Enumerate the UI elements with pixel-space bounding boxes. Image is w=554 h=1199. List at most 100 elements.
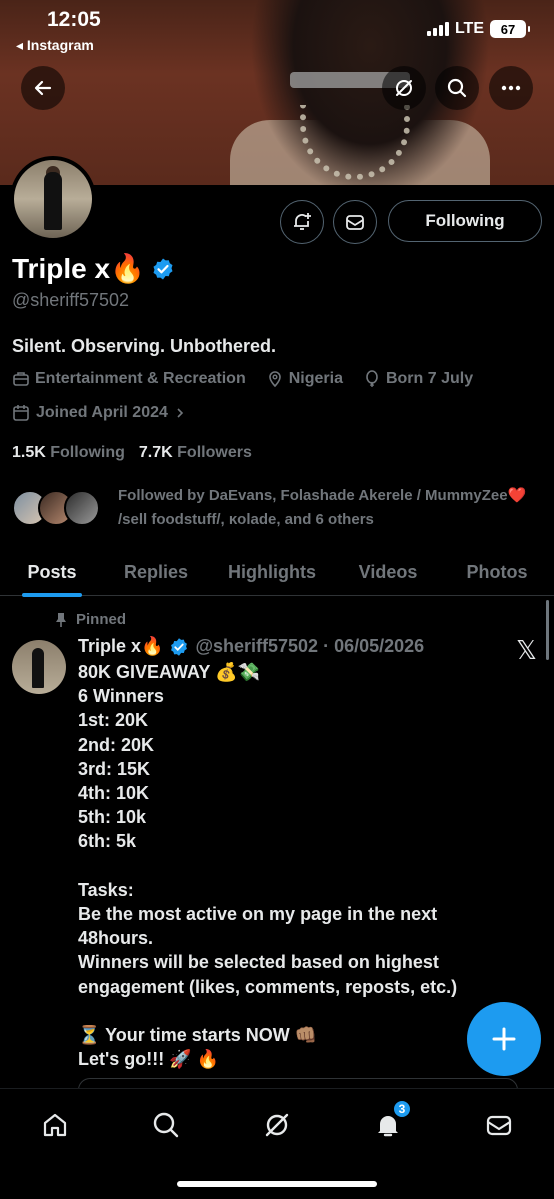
post-text-line: Winners will be selected based on highes… — [78, 952, 439, 973]
profile-meta-row: Entertainment & Recreation Nigeria Born … — [12, 370, 487, 388]
compose-button[interactable] — [467, 1002, 541, 1076]
plus-icon — [492, 1027, 516, 1051]
grok-icon — [265, 1113, 289, 1137]
balloon-icon — [366, 370, 378, 387]
post-text-line: 2nd: 20K — [78, 734, 155, 755]
nav-notifications[interactable]: 3 — [368, 1099, 412, 1145]
bell-plus-icon — [294, 213, 311, 230]
followed-by-text: Followed by DaEvans, Folashade Akerele /… — [118, 487, 527, 528]
category-item: Entertainment & Recreation — [12, 370, 246, 388]
profile-name: Triple x🔥 — [12, 253, 145, 284]
post-text-line: 48hours. — [78, 928, 154, 949]
following-label: Following — [50, 444, 125, 461]
home-indicator[interactable] — [177, 1181, 377, 1187]
search-icon — [153, 1112, 179, 1138]
chevron-right-icon — [177, 408, 184, 418]
search-button[interactable] — [435, 66, 479, 110]
following-count-link[interactable]: 1.5K Following — [12, 444, 125, 462]
post-avatar-body — [32, 648, 44, 688]
nav-home[interactable] — [35, 1105, 75, 1145]
post-text-line: Tasks: — [78, 879, 134, 900]
network-label: LTE — [454, 20, 484, 37]
post-author-name[interactable]: Triple x🔥 — [78, 636, 163, 657]
profile-tabs: Posts Replies Highlights Videos Photos — [0, 548, 554, 596]
notifications-badge: 3 — [392, 1099, 412, 1119]
status-time: 12:05 — [47, 8, 101, 31]
profile-location: Nigeria — [288, 370, 343, 387]
post-text-line: ⏳ Your time starts NOW 👊🏽 — [78, 1025, 318, 1046]
tab-videos[interactable]: Videos — [336, 548, 440, 596]
grok-button[interactable] — [382, 66, 426, 110]
follower-avatar — [64, 490, 100, 526]
tab-photos[interactable]: Photos — [440, 548, 554, 596]
birthday-item: Born 7 July — [363, 370, 473, 388]
post-author-avatar[interactable] — [12, 640, 66, 694]
pinned-label: Pinned — [76, 611, 127, 628]
pinned-label-row: Pinned — [54, 611, 126, 628]
profile-category: Entertainment & Recreation — [35, 370, 246, 387]
arrow-left-icon — [34, 80, 52, 96]
post-text-line: Be the most active on my page in the nex… — [78, 904, 438, 925]
verified-badge-icon[interactable] — [151, 257, 175, 281]
post-text-line — [78, 854, 518, 878]
profile-name-row: Triple x🔥 — [12, 252, 175, 285]
location-item: Nigeria — [266, 370, 343, 388]
profile-joined: Joined April 2024 — [36, 404, 168, 421]
calendar-icon — [13, 405, 29, 421]
following-button[interactable]: Following — [388, 200, 542, 242]
envelope-icon — [346, 215, 364, 230]
joined-row[interactable]: Joined April 2024 — [12, 404, 186, 422]
followers-label: Followers — [177, 444, 252, 461]
location-pin-icon — [268, 371, 281, 388]
more-button[interactable] — [489, 66, 533, 110]
tab-highlights[interactable]: Highlights — [208, 548, 336, 596]
profile-avatar[interactable] — [10, 156, 96, 242]
followers-count: 7.7K — [138, 444, 173, 461]
profile-bio: Silent. Observing. Unbothered. — [12, 336, 277, 356]
grok-icon — [396, 80, 412, 96]
profile-birthday: Born 7 July — [385, 370, 474, 387]
post-text-line — [78, 999, 518, 1023]
post-text-line: 6th: 5k — [78, 831, 137, 852]
tab-replies[interactable]: Replies — [104, 548, 208, 596]
scrollbar[interactable] — [546, 600, 549, 660]
tab-posts[interactable]: Posts — [0, 548, 104, 596]
post-header: Triple x🔥 @sheriff57502 · 06/05/2026 — [78, 636, 424, 657]
back-button[interactable] — [21, 66, 65, 110]
post-text-line: engagement (likes, comments, reposts, et… — [78, 976, 458, 997]
post-text-line: 80K GIVEAWAY 💰💸 — [78, 662, 260, 682]
post-handle-date: @sheriff57502 · 06/05/2026 — [195, 636, 425, 656]
home-icon — [43, 1113, 67, 1137]
notify-button[interactable] — [280, 200, 324, 244]
post-text-line: 1st: 20K — [78, 710, 149, 731]
post-text: 80K GIVEAWAY 💰💸 6 Winners 1st: 20K 2nd: 20K… — [78, 660, 518, 1071]
search-icon — [447, 78, 467, 98]
nav-messages[interactable] — [479, 1105, 519, 1145]
followers-count-link[interactable]: 7.7K Followers — [139, 444, 252, 462]
nav-grok[interactable] — [257, 1105, 297, 1145]
follow-counts: 1.5K Following 7.7K Followers — [12, 444, 252, 462]
status-bar: 12:05 ◂ Instagram LTE 67 — [0, 0, 554, 60]
post-text-line: 6 Winners — [78, 686, 164, 707]
envelope-icon — [486, 1115, 512, 1136]
following-count: 1.5K — [12, 444, 46, 461]
profile-handle: @sheriff57502 — [12, 290, 130, 310]
status-right: LTE 67 — [426, 20, 530, 38]
battery-icon: 67 — [490, 20, 530, 38]
briefcase-icon — [13, 372, 29, 386]
message-button[interactable] — [333, 200, 377, 244]
nav-search[interactable] — [146, 1105, 186, 1145]
verified-badge-icon — [171, 637, 188, 656]
avatar-body — [44, 172, 62, 230]
signal-icon — [426, 22, 449, 36]
x-logo-icon: 𝕏 — [516, 636, 537, 666]
post-text-line: 4th: 10K — [78, 783, 150, 804]
post-text-line: Let's go!!! 🚀 🔥 — [78, 1049, 220, 1070]
pin-icon — [56, 612, 66, 627]
more-dots-icon — [501, 85, 521, 91]
back-to-instagram-link[interactable]: ◂ Instagram — [16, 37, 94, 54]
followed-by-avatars — [12, 488, 104, 528]
followed-by-row[interactable]: Followed by DaEvans, Folashade Akerele /… — [12, 484, 538, 532]
post-text-line: 5th: 10k — [78, 807, 147, 828]
post-text-line: 3rd: 15K — [78, 758, 151, 779]
